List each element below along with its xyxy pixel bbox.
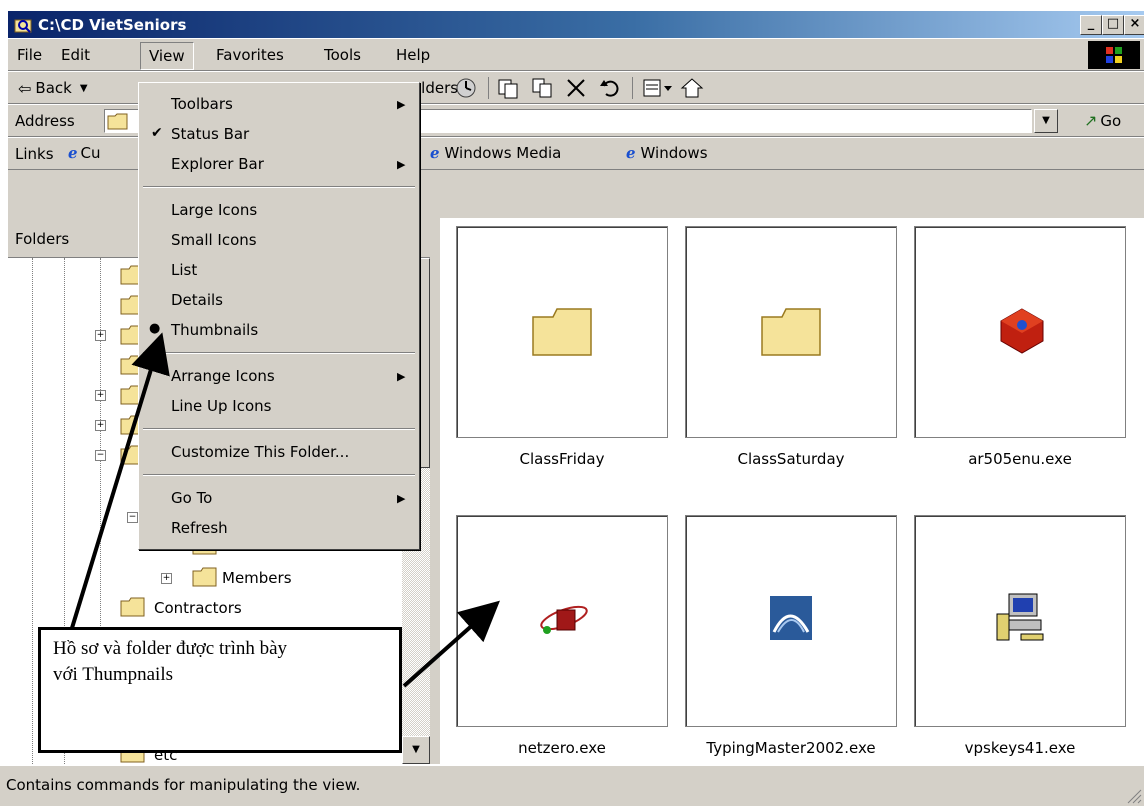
annotation-callout: Hồ sơ và folder được trình bày với Thump… [38, 627, 402, 753]
callout-line-1: Hồ sơ và folder được trình bày [53, 638, 288, 659]
callout-line-2: với Thumpnails [53, 664, 174, 685]
arrow-to-thumbnail-view [402, 600, 500, 688]
arrow-to-thumbnails-item [70, 332, 170, 629]
